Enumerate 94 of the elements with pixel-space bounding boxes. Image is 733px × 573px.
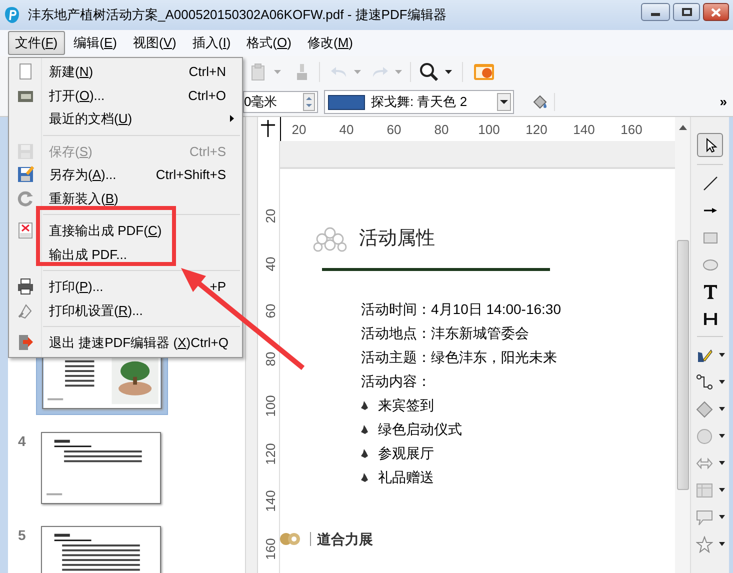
unit-field[interactable]: 0毫米 — [243, 91, 318, 113]
ruler-label: 20 — [292, 121, 306, 139]
diamond-tool-icon[interactable] — [696, 400, 712, 418]
page-number: 5 — [18, 526, 27, 545]
caret-icon[interactable] — [718, 434, 724, 438]
zoom-icon[interactable] — [419, 62, 439, 82]
minimize-button[interactable] — [641, 3, 670, 21]
ruler-label: 60 — [262, 304, 279, 318]
caret-icon[interactable] — [718, 380, 724, 384]
ruler-label: 60 — [386, 121, 402, 139]
submenu-arrow-icon — [230, 115, 234, 122]
ruler-label: 20 — [262, 208, 279, 224]
spinner-icon[interactable] — [303, 93, 315, 111]
ornament-icon — [313, 225, 347, 254]
bullet-item: 礼品赠送 — [378, 468, 434, 486]
bullet-item: 绿色启动仪式 — [378, 420, 462, 438]
caret-icon[interactable] — [445, 70, 452, 74]
detail-line: 活动主题：绿色沣东，阳光未来 — [361, 348, 558, 366]
shortcut-label: Ctrl+Q — [190, 334, 228, 352]
caret-icon[interactable] — [718, 515, 724, 519]
exit-icon — [16, 334, 34, 352]
wallet-icon[interactable] — [473, 62, 495, 82]
leaf-bullet-icon — [361, 400, 368, 410]
connector-tool-icon[interactable] — [696, 374, 712, 390]
ruler-label: 140 — [573, 121, 595, 139]
menu-item[interactable]: 编辑(E) — [66, 31, 124, 55]
caret-icon[interactable] — [718, 542, 724, 546]
ruler-label: 40 — [339, 121, 354, 139]
menu-item[interactable]: 打开(O)... — [49, 86, 105, 105]
ruler-label: 160 — [620, 121, 642, 139]
menu-item[interactable]: 新建(N) — [49, 62, 94, 82]
menu-item[interactable]: 另存为(A)... — [49, 165, 116, 184]
reload-icon — [16, 190, 34, 207]
line-tool-icon[interactable] — [702, 174, 718, 192]
shortcut-label: +P — [210, 278, 226, 296]
shortcut-label: Ctrl+Shift+S — [156, 166, 226, 184]
menu-item[interactable]: 最近的文档(U) — [49, 109, 132, 128]
ruler-label: 80 — [262, 351, 279, 366]
shortcut-label: Ctrl+N — [188, 63, 226, 81]
ruler-label: 80 — [434, 121, 449, 139]
menu-item[interactable]: 修改(M) — [300, 31, 360, 55]
ruler-label: 120 — [262, 442, 279, 464]
window-title: 沣东地产植树活动方案_A000520150302A06KOFW.pdf - 捷速PDF编辑器 — [28, 6, 448, 24]
detail-line: 活动时间：4月10日 14:00-16:30 — [361, 300, 562, 318]
star-tool-icon[interactable] — [696, 536, 712, 552]
scroll-thumb[interactable] — [676, 240, 688, 490]
ruler-label: 120 — [526, 121, 548, 139]
menu-item[interactable]: 重新装入(B) — [49, 188, 118, 208]
leaf-bullet-icon — [361, 472, 368, 482]
close-button[interactable] — [703, 3, 729, 21]
footer-text: 道合力展 — [317, 530, 373, 548]
heading: 活动属性 — [359, 227, 435, 251]
shortcut-label: Ctrl+S — [190, 142, 226, 160]
ruler-label: 140 — [262, 490, 279, 512]
close-icon — [711, 8, 721, 16]
leaf-bullet-icon — [361, 448, 368, 458]
ruler-label: 40 — [262, 256, 279, 271]
maximize-button[interactable] — [673, 3, 700, 21]
paint-bucket-icon[interactable] — [532, 93, 548, 111]
bullet-item: 参观展厅 — [378, 444, 434, 462]
select-tool-button[interactable] — [697, 133, 723, 157]
ruler-label: 100 — [262, 395, 279, 417]
page-icon — [16, 63, 34, 80]
ruler-label: 100 — [478, 121, 500, 139]
leaf-bullet-icon — [361, 424, 368, 434]
style-dropdown[interactable]: 探戈舞: 青天色 2 — [324, 90, 514, 114]
menu-item[interactable]: 插入(I) — [185, 31, 238, 55]
menu-item[interactable]: 打印机设置(R)... — [49, 300, 143, 320]
menu-item[interactable]: 直接输出成 PDF(C) — [49, 221, 162, 240]
pdf-icon — [16, 222, 34, 240]
menu-item[interactable]: 输出成 PDF... — [49, 244, 128, 264]
caret-icon[interactable] — [497, 93, 511, 111]
menu-item[interactable]: 文件(F) — [8, 31, 65, 55]
menu-item[interactable]: 视图(V) — [126, 31, 184, 55]
detail-line: 活动内容： — [361, 372, 432, 390]
scroll-up-icon[interactable] — [678, 125, 686, 130]
text-tool-icon[interactable] — [702, 282, 718, 300]
bullet-item: 来宾签到 — [378, 396, 434, 414]
caret-icon[interactable] — [718, 407, 724, 411]
more-tools[interactable]: » — [720, 92, 727, 112]
ruler-label: 160 — [262, 538, 279, 560]
caret-icon[interactable] — [718, 461, 724, 465]
menu-item[interactable]: 格式(O) — [240, 31, 298, 55]
shortcut-label: Ctrl+O — [188, 86, 226, 104]
page-number: 4 — [18, 432, 27, 451]
caret-icon[interactable] — [718, 353, 724, 357]
caret-icon[interactable] — [718, 488, 724, 492]
menu-item[interactable]: 打印(P)... — [49, 277, 104, 296]
menu-item[interactable]: 退出 捷速PDF编辑器 (X) — [49, 333, 191, 352]
vertical-scrollbar[interactable] — [675, 117, 690, 573]
printer-icon — [16, 278, 34, 296]
app-logo-icon — [4, 6, 20, 24]
detail-line: 活动地点：沣东新城管委会 — [361, 324, 530, 342]
color-swatch — [328, 94, 365, 110]
